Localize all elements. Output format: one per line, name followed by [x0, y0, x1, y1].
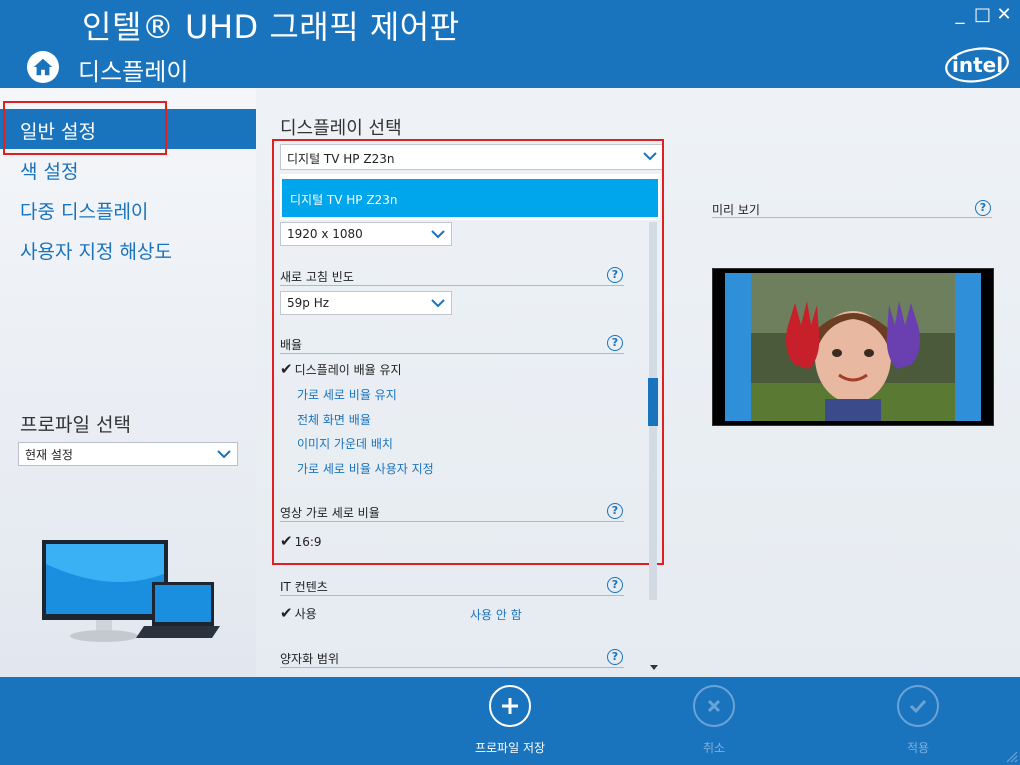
resize-grip-icon[interactable] — [1004, 749, 1018, 763]
divider — [280, 667, 624, 668]
it-content-on-option[interactable]: ✔ 사용 — [280, 604, 317, 622]
main-panel: 디스플레이 선택 디지털 TV HP Z23n 디지털 TV HP Z23n 1… — [256, 88, 1020, 677]
sidebar: 일반 설정 색 설정 다중 디스플레이 사용자 지정 해상도 프로파일 선택 현… — [0, 88, 256, 677]
sidebar-item-multi-display[interactable]: 다중 디스플레이 — [20, 197, 148, 224]
apply-button[interactable]: 적용 — [890, 685, 946, 756]
window-controls: _ □ ✕ — [952, 4, 1012, 25]
intel-logo: intel — [945, 47, 1009, 83]
close-icon — [693, 685, 735, 727]
profile-label: 프로파일 선택 — [20, 414, 131, 436]
profile-select-value: 현재 설정 — [25, 448, 73, 462]
scroll-down-arrow-icon[interactable] — [650, 665, 658, 670]
close-button[interactable]: ✕ — [996, 4, 1012, 25]
minimize-button[interactable]: _ — [952, 4, 968, 25]
help-icon[interactable]: ? — [607, 577, 623, 593]
chevron-down-icon — [217, 450, 231, 459]
home-icon — [33, 58, 53, 76]
section-title: 디스플레이 — [78, 58, 189, 86]
cancel-label: 취소 — [702, 741, 726, 755]
apply-label: 적용 — [906, 741, 930, 755]
app-title: 인텔® UHD 그래픽 제어판 — [82, 8, 460, 46]
plus-icon — [489, 685, 531, 727]
maximize-button[interactable]: □ — [974, 4, 991, 25]
cancel-button[interactable]: 취소 — [686, 685, 742, 756]
preview-label: 미리 보기 — [712, 203, 760, 217]
footer-bar: 프로파일 저장 취소 적용 — [0, 677, 1020, 765]
check-circle-icon — [897, 685, 939, 727]
scrollbar-thumb[interactable] — [648, 378, 658, 426]
sidebar-item-custom-resolution[interactable]: 사용자 지정 해상도 — [20, 237, 172, 264]
display-select-heading: 디스플레이 선택 — [280, 118, 402, 139]
home-button[interactable] — [27, 51, 59, 83]
divider — [712, 217, 992, 218]
preview-window — [712, 268, 994, 426]
preview-image — [725, 273, 981, 421]
save-profile-button[interactable]: 프로파일 저장 — [470, 685, 550, 756]
save-profile-label: 프로파일 저장 — [474, 741, 546, 755]
it-content-label: IT 컨텐츠 — [280, 580, 328, 594]
check-icon: ✔ — [280, 604, 293, 622]
help-icon[interactable]: ? — [607, 649, 623, 665]
annotation-highlight-box — [272, 139, 664, 565]
profile-select[interactable]: 현재 설정 — [18, 442, 238, 466]
it-content-off-option[interactable]: 사용 안 함 — [470, 606, 522, 623]
help-icon[interactable]: ? — [975, 200, 991, 216]
sidebar-item-color[interactable]: 색 설정 — [20, 157, 78, 184]
it-content-on-label: 사용 — [294, 607, 317, 621]
quantization-range-label: 양자화 범위 — [280, 652, 340, 666]
divider — [280, 595, 624, 596]
title-bar: 인텔® UHD 그래픽 제어판 _ □ ✕ 디스플레이 intel — [0, 0, 1020, 88]
annotation-highlight-box — [3, 101, 167, 155]
monitor-laptop-illustration — [42, 540, 220, 642]
intel-logo-text: intel — [952, 53, 1003, 77]
